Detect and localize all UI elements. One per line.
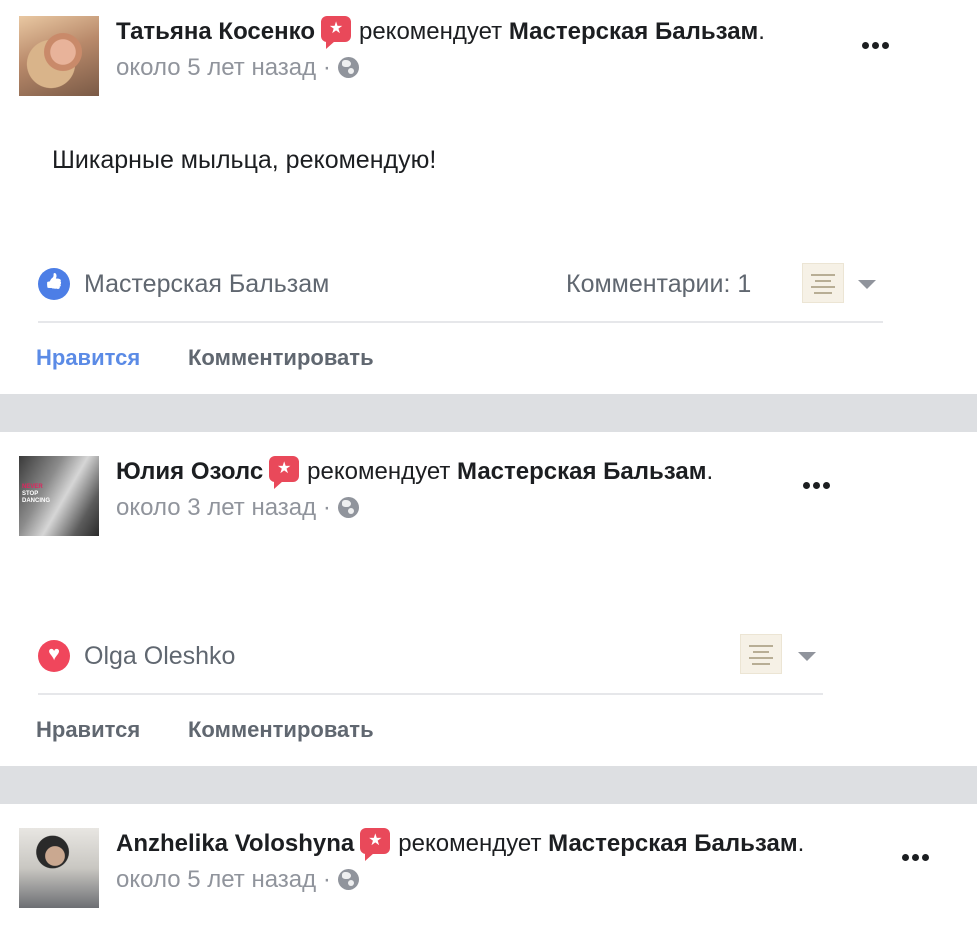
avatar-caption: NEVER STOP DANCING xyxy=(22,484,50,504)
author-name[interactable]: Anzhelika Voloshyna xyxy=(116,830,354,857)
header-period: . xyxy=(758,18,765,45)
more-options-icon[interactable] xyxy=(803,470,833,490)
globe-icon[interactable] xyxy=(337,869,359,890)
recommends-verb: рекомендует xyxy=(398,830,542,857)
comment-button[interactable]: Комментировать xyxy=(188,344,374,372)
commenter-thumbnail xyxy=(802,263,844,303)
time-separator: · xyxy=(322,866,331,893)
chevron-down-icon[interactable] xyxy=(798,652,816,661)
commenter-thumbnail xyxy=(740,634,782,674)
chevron-down-icon[interactable] xyxy=(858,280,876,289)
page-name-link[interactable]: Мастерская Бальзам xyxy=(509,18,758,45)
comments-count[interactable]: Комментарии: 1 xyxy=(566,265,751,303)
post-separator xyxy=(0,394,977,432)
page-name-link[interactable]: Мастерская Бальзам xyxy=(457,458,706,485)
header-period: . xyxy=(797,830,805,857)
divider xyxy=(38,693,823,695)
reactions-row[interactable]: Olga Oleshko xyxy=(38,634,828,677)
post-meta: около 5 лет назад · xyxy=(116,865,359,895)
avatar[interactable] xyxy=(19,828,99,908)
post-header: Anzhelika Voloshyna ★ рекомендует Мастерск… xyxy=(116,828,805,861)
post-text: Шикарные мыльца, рекомендую! xyxy=(52,146,437,174)
reactions-row[interactable]: Мастерская Бальзам Комментарии: 1 xyxy=(38,263,888,305)
like-button[interactable]: Нравится xyxy=(36,344,140,372)
post-card-1: Татьяна Косенко ★ рекомендует Мастерская Б… xyxy=(0,0,977,394)
recommends-verb: рекомендует xyxy=(358,18,503,45)
more-options-icon[interactable] xyxy=(902,842,932,862)
reactor-name[interactable]: Мастерская Бальзам xyxy=(84,265,329,303)
header-period: . xyxy=(706,458,714,485)
like-button[interactable]: Нравится xyxy=(36,716,140,744)
like-icon xyxy=(38,268,70,300)
post-header: Татьяна Косенко ★ рекомендует Мастерская Б… xyxy=(116,16,765,49)
post-header: Юлия Озолс ★ рекомендует Мастерская Бальза… xyxy=(116,456,714,489)
reactor-name[interactable]: Olga Oleshko xyxy=(84,637,235,675)
post-meta: около 5 лет назад · xyxy=(116,53,359,83)
divider xyxy=(38,321,883,323)
post-separator xyxy=(0,766,977,804)
post-card-2: NEVER STOP DANCING Юлия Озолс ★ рекомендуе… xyxy=(0,432,977,766)
recommend-icon: ★ xyxy=(360,828,391,861)
post-card-3: Anzhelika Voloshyna ★ рекомендует Мастерск… xyxy=(0,804,977,932)
post-timestamp[interactable]: около 3 лет назад xyxy=(116,494,316,521)
author-name[interactable]: Юлия Озолс xyxy=(116,458,263,485)
globe-icon[interactable] xyxy=(337,497,359,518)
author-name[interactable]: Татьяна Косенко xyxy=(116,18,315,45)
recommends-verb: рекомендует xyxy=(307,458,451,485)
time-separator: · xyxy=(322,494,331,521)
more-options-icon[interactable] xyxy=(862,30,892,50)
time-separator: · xyxy=(322,54,331,81)
recommend-icon: ★ xyxy=(320,16,351,49)
page-name-link[interactable]: Мастерская Бальзам xyxy=(548,830,797,857)
avatar[interactable] xyxy=(19,16,99,96)
post-meta: около 3 лет назад · xyxy=(116,493,359,523)
avatar[interactable]: NEVER STOP DANCING xyxy=(19,456,99,536)
post-timestamp[interactable]: около 5 лет назад xyxy=(116,54,316,81)
recommend-icon: ★ xyxy=(269,456,300,489)
heart-icon xyxy=(38,640,70,672)
globe-icon[interactable] xyxy=(337,57,359,78)
comment-button[interactable]: Комментировать xyxy=(188,716,374,744)
post-timestamp[interactable]: около 5 лет назад xyxy=(116,866,316,893)
